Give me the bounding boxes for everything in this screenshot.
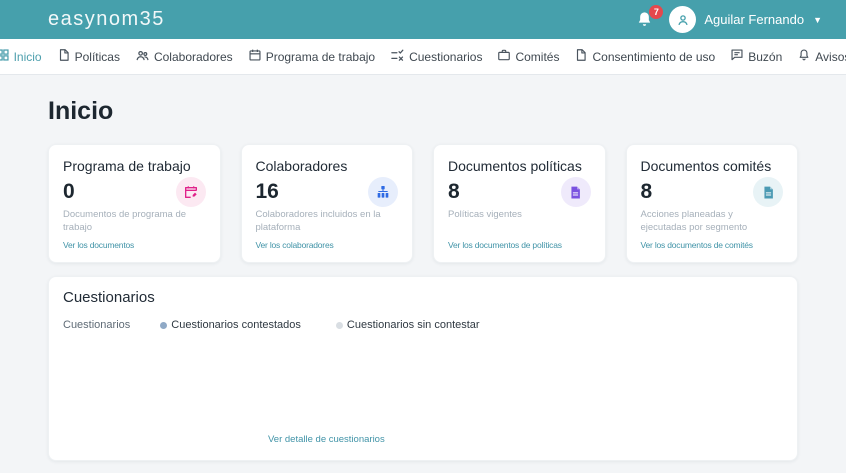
card-value: 8 xyxy=(448,180,460,203)
legend-item-sin-contestar: Cuestionarios sin contestar xyxy=(335,319,480,331)
dashboard-icon xyxy=(0,48,10,65)
card-title: Programa de trabajo xyxy=(63,158,191,174)
edit-calendar-icon xyxy=(175,177,206,207)
user-menu[interactable]: Aguilar Fernando ▼ xyxy=(669,6,822,33)
nav-item-programa-de-trabajo[interactable]: Programa de trabajo xyxy=(245,44,378,69)
nav-label: Consentimiento de uso xyxy=(592,49,716,64)
nav-item-consentimiento[interactable]: Consentimiento de uso xyxy=(571,44,718,69)
nav-label: Inicio xyxy=(13,49,42,64)
cuestionarios-chart-area xyxy=(63,331,783,426)
card-value: 8 xyxy=(640,180,653,203)
card-colaboradores: Colaboradores 16 Colaboradores incluidos… xyxy=(240,144,413,263)
checklist-icon xyxy=(390,48,405,66)
notifications-button[interactable]: 7 xyxy=(635,4,664,30)
cuestionarios-panel: Cuestionarios Cuestionarios Cuestionario… xyxy=(48,276,798,461)
notification-count-badge: 7 xyxy=(649,4,664,19)
main-content: Inicio Programa de trabajo 0 Documentos … xyxy=(0,97,846,461)
people-icon xyxy=(135,48,150,66)
chat-icon xyxy=(730,48,744,65)
nav-label: Políticas xyxy=(74,49,120,64)
app-logo: easynom35 xyxy=(48,8,165,30)
card-link-documentos-politicas[interactable]: Ver los documentos de políticas xyxy=(448,240,591,250)
app-header: easynom35 7 Aguilar Fernando ▼ xyxy=(0,0,846,39)
nav-item-politicas[interactable]: Políticas xyxy=(54,44,123,69)
nav-label: Buzón xyxy=(748,49,783,64)
nav-label: Avisos xyxy=(815,49,846,64)
card-title: Documentos comités xyxy=(640,158,772,174)
page-title: Inicio xyxy=(48,97,114,125)
avatar xyxy=(669,6,697,33)
nav-item-avisos[interactable]: Avisos xyxy=(794,44,846,69)
card-programa-de-trabajo: Programa de trabajo 0 Documentos de prog… xyxy=(48,144,221,263)
user-name: Aguilar Fernando xyxy=(704,12,805,27)
nav-item-comites[interactable]: Comités xyxy=(494,44,562,69)
card-description: Acciones planeadas y ejecutadas por segm… xyxy=(640,209,748,234)
chart-legend: Cuestionarios Cuestionarios contestados … xyxy=(63,319,783,331)
card-link-documentos[interactable]: Ver los documentos xyxy=(63,240,206,250)
card-value: 16 xyxy=(255,180,279,203)
card-description: Colaboradores incluidos en la plataforma xyxy=(255,209,381,234)
chart-axis-label: Cuestionarios xyxy=(63,319,131,331)
org-chart-icon xyxy=(368,177,398,207)
document-icon xyxy=(753,177,783,207)
card-title: Colaboradores xyxy=(255,158,348,174)
stats-cards: Programa de trabajo 0 Documentos de prog… xyxy=(48,144,798,263)
document-icon xyxy=(560,177,591,207)
legend-dot-icon xyxy=(335,321,343,329)
card-title: Documentos políticas xyxy=(448,158,582,174)
card-value: 0 xyxy=(63,180,75,203)
cuestionarios-title: Cuestionarios xyxy=(63,289,155,306)
bell-icon xyxy=(797,48,811,65)
card-documentos-politicas: Documentos políticas 8 Políticas vigente… xyxy=(433,144,606,263)
nav-item-colaboradores[interactable]: Colaboradores xyxy=(132,44,236,70)
card-description: Políticas vigentes xyxy=(448,209,522,220)
nav-label: Programa de trabajo xyxy=(265,49,376,64)
nav-item-inicio[interactable]: Inicio xyxy=(0,44,45,69)
legend-item-contestados: Cuestionarios contestados xyxy=(160,319,301,331)
card-link-documentos-comites[interactable]: Ver los documentos de comités xyxy=(641,240,784,250)
card-description: Documentos de programa de trabajo xyxy=(63,209,187,234)
calendar-icon xyxy=(248,48,262,65)
main-nav: Inicio Políticas Colaboradores Programa … xyxy=(0,39,846,75)
legend-label: Cuestionarios contestados xyxy=(171,319,301,331)
legend-dot-icon xyxy=(160,321,168,329)
document-icon xyxy=(574,48,588,65)
document-icon xyxy=(57,48,71,65)
nav-item-buzon[interactable]: Buzón xyxy=(727,44,785,69)
nav-label: Comités xyxy=(515,49,560,64)
briefcase-icon xyxy=(497,48,511,65)
nav-label: Cuestionarios xyxy=(409,49,483,64)
cuestionarios-detail-link[interactable]: Ver detalle de cuestionarios xyxy=(268,434,385,445)
nav-label: Colaboradores xyxy=(153,49,233,64)
chevron-down-icon: ▼ xyxy=(813,14,822,25)
card-link-colaboradores[interactable]: Ver los colaboradores xyxy=(256,240,399,250)
card-documentos-comites: Documentos comités 8 Acciones planeadas … xyxy=(625,144,798,263)
legend-label: Cuestionarios sin contestar xyxy=(346,319,480,331)
nav-item-cuestionarios[interactable]: Cuestionarios xyxy=(387,44,485,70)
